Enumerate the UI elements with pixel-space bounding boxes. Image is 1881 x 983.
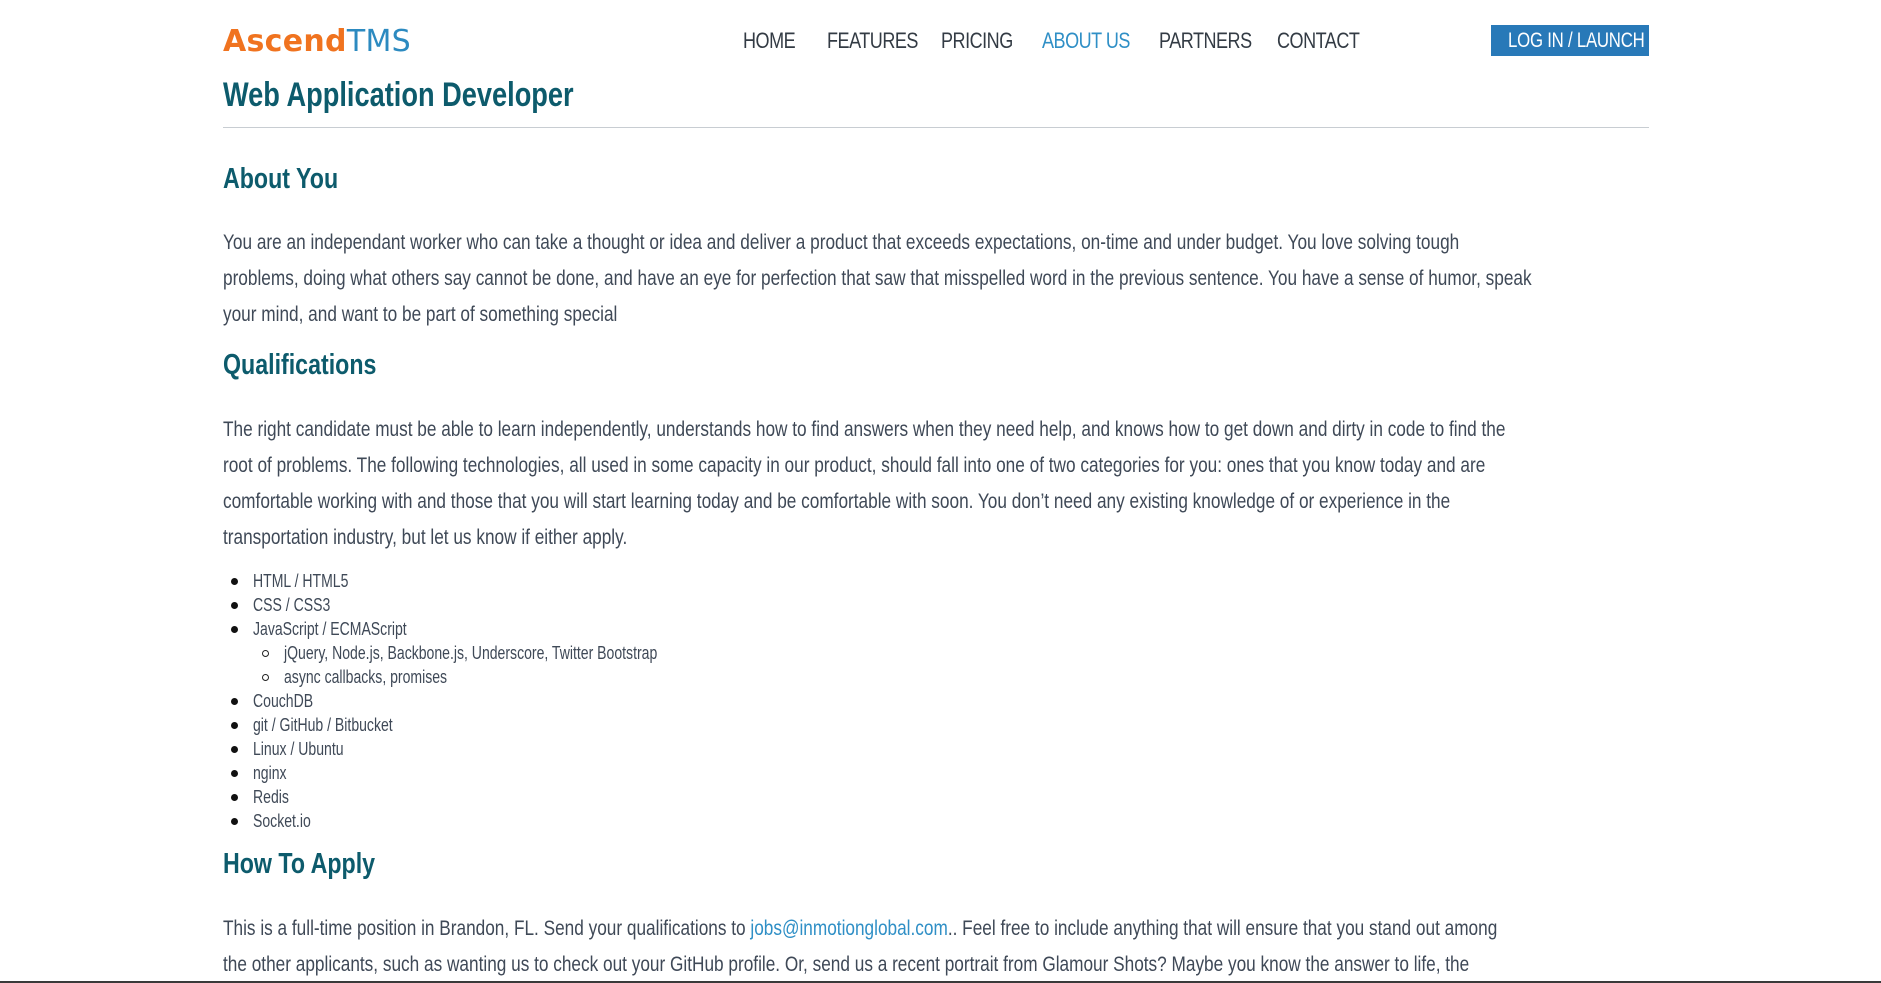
qualifications-line-3: comfortable working with and those that … [223,490,1451,513]
paragraph-line: the other applicants, such as wanting us… [223,947,1649,983]
how-to-apply-heading: How To Apply [223,846,413,882]
nav-contact[interactable]: CONTACT [1277,22,1360,60]
qualifications-line-1: The right candidate must be able to lear… [223,418,1506,441]
apply-line-2: the other applicants, such as wanting us… [223,953,1470,976]
list-item-text: nginx [253,763,287,783]
about-line-1: You are an independant worker who can ta… [223,231,1460,254]
paragraph-line: root of problems. The following technolo… [223,448,1649,484]
qualifications-line-4: transportation industry, but let us know… [223,526,628,549]
qualifications-paragraph: The right candidate must be able to lear… [223,412,1649,556]
list-item-text: JavaScript / ECMAScript [253,619,407,639]
list-item-text: HTML / HTML5 [253,571,349,591]
list-item-javascript: JavaScript / ECMAScript [223,617,763,641]
list-item-linux: Linux / Ubuntu [223,737,763,761]
list-item-css: CSS / CSS3 [223,593,763,617]
about-line-3: your mind, and want to be part of someth… [223,303,618,326]
about-line-2: problems, doing what others say cannot b… [223,267,1532,290]
qualifications-line-2: root of problems. The following technolo… [223,454,1486,477]
list-item-socketio: Socket.io [223,809,763,833]
paragraph-line: The right candidate must be able to lear… [223,412,1649,448]
nav-features[interactable]: FEATURES [827,22,918,60]
qualifications-heading: Qualifications [223,347,415,383]
technology-list: HTML / HTML5 CSS / CSS3 JavaScript / ECM… [223,569,763,833]
apply-line-1-start: This is a full-time position in Brandon,… [223,917,751,940]
apply-line-1: This is a full-time position in Brandon,… [223,911,1497,947]
paragraph-line: your mind, and want to be part of someth… [223,297,1649,333]
paragraph-line: You are an independant worker who can ta… [223,225,1649,261]
paragraph-line: problems, doing what others say cannot b… [223,261,1649,297]
about-you-paragraph: You are an independant worker who can ta… [223,225,1649,333]
list-item-text: CouchDB [253,691,314,711]
apply-line-1-end: .. Feel free to include anything that wi… [947,917,1498,940]
nav-pricing[interactable]: PRICING [941,22,1013,60]
login-launch-button[interactable]: LOG IN / LAUNCH [1491,25,1649,56]
sub-list-item-libraries: jQuery, Node.js, Backbone.js, Underscore… [223,641,763,665]
list-item-text: jQuery, Node.js, Backbone.js, Underscore… [284,643,658,663]
how-to-apply-heading-text: How To Apply [223,848,376,880]
site-logo[interactable]: AscendTMS [223,24,411,60]
paragraph-line: comfortable working with and those that … [223,484,1649,520]
paragraph-line: transportation industry, but let us know… [223,520,1649,556]
list-item-text: Linux / Ubuntu [253,739,344,759]
list-item-text: CSS / CSS3 [253,595,331,615]
about-you-heading-text: About You [223,163,339,195]
title-divider [223,127,1649,128]
list-item-git: git / GitHub / Bitbucket [223,713,763,737]
list-item-text: git / GitHub / Bitbucket [253,715,393,735]
list-item-html: HTML / HTML5 [223,569,763,593]
list-item-couchdb: CouchDB [223,689,763,713]
list-item-text: Socket.io [253,811,311,831]
list-item-nginx: nginx [223,761,763,785]
nav-partners[interactable]: PARTNERS [1159,22,1252,60]
about-you-heading: About You [223,161,367,197]
email-link[interactable]: jobs@inmotionglobal.com [750,917,947,940]
list-item-text: Redis [253,787,289,807]
qualifications-heading-text: Qualifications [223,349,377,381]
how-to-apply-paragraph: This is a full-time position in Brandon,… [223,911,1649,983]
paragraph-line: This is a full-time position in Brandon,… [223,911,1649,947]
sub-list-item-async: async callbacks, promises [223,665,763,689]
list-item-text: async callbacks, promises [284,667,448,687]
nav-home[interactable]: HOME [743,22,796,60]
login-launch-label: LOG IN / LAUNCH [1508,29,1645,52]
list-item-redis: Redis [223,785,763,809]
nav-about-us[interactable]: ABOUT US [1042,22,1130,60]
logo-ascend-text: Ascend [223,24,347,59]
site-header: AscendTMS HOME FEATURES PRICING ABOUT US… [0,0,1881,80]
logo-tms-text: TMS [346,24,411,59]
